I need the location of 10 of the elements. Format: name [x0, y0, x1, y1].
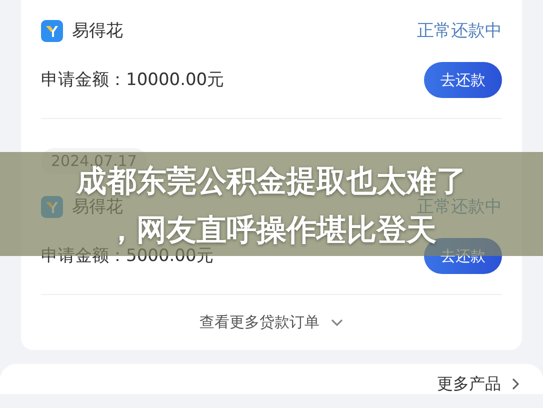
app-logo-icon [41, 20, 63, 42]
order-status: 正常还款中 [417, 22, 502, 40]
chevron-right-icon [511, 377, 521, 391]
more-products-link[interactable]: 更多产品 [437, 376, 501, 392]
app-name: 易得花 [72, 22, 123, 40]
loan-amount: 申请金额：10000.00元 [41, 72, 224, 88]
chevron-down-icon [330, 318, 344, 328]
more-orders-link[interactable]: 查看更多贷款订单 [200, 313, 320, 332]
app-name: 易得花 [72, 198, 123, 216]
repay-button[interactable]: 去还款 [424, 62, 502, 98]
